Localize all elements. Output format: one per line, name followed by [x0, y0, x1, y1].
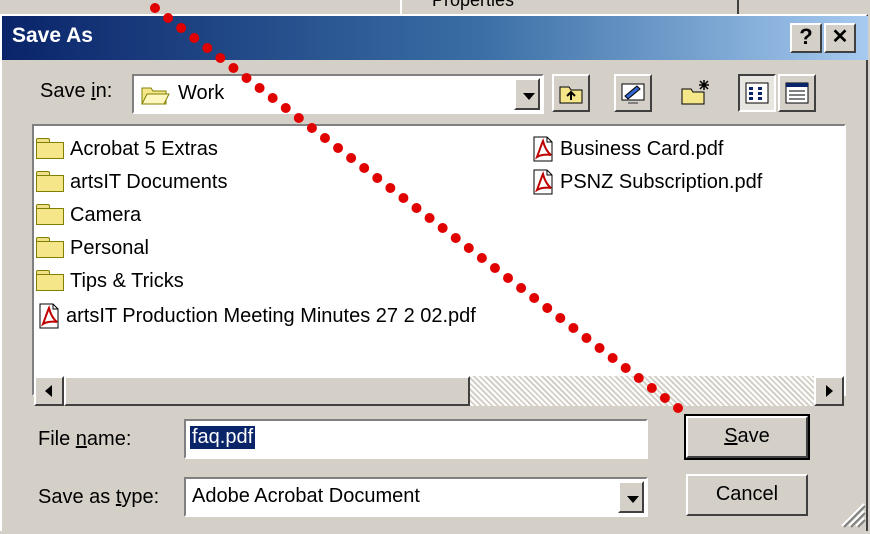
- new-folder-button[interactable]: [676, 74, 714, 112]
- folder-item[interactable]: Acrobat 5 Extras: [36, 134, 218, 164]
- details-view-button[interactable]: [778, 74, 816, 112]
- save-as-type-label: Save as type:: [38, 486, 160, 508]
- file-name-label: File name:: [38, 428, 132, 450]
- resize-grip[interactable]: [838, 500, 866, 528]
- file-name-value: faq.pdf: [190, 426, 256, 449]
- save-in-label: Save in:: [40, 80, 113, 102]
- scroll-left-button[interactable]: [34, 376, 64, 406]
- close-icon: ✕: [831, 26, 849, 48]
- pdf-file-item[interactable]: PSNZ Subscription.pdf: [530, 167, 762, 197]
- help-icon: ?: [799, 24, 813, 49]
- save-in-value: Work: [178, 82, 225, 104]
- file-name-input[interactable]: faq.pdf: [184, 419, 648, 459]
- background-menu: Properties: [400, 0, 739, 14]
- list-view-icon: [745, 82, 769, 104]
- pdf-file-item[interactable]: artsIT Production Meeting Minutes 27 2 0…: [36, 301, 476, 331]
- arrow-right-icon: [826, 385, 833, 397]
- folder-item[interactable]: Tips & Tricks: [36, 266, 184, 296]
- up-one-level-button[interactable]: [552, 74, 590, 112]
- save-as-type-value: Adobe Acrobat Document: [192, 485, 420, 507]
- folder-item[interactable]: artsIT Documents: [36, 167, 227, 197]
- pdf-icon: [530, 168, 556, 196]
- cancel-button[interactable]: Cancel: [686, 474, 808, 516]
- save-in-dropdown[interactable]: Work: [132, 74, 544, 114]
- help-button[interactable]: ?: [790, 23, 822, 53]
- file-list[interactable]: Acrobat 5 Extras artsIT Documents Camera…: [32, 124, 846, 396]
- desktop-icon: [621, 83, 645, 104]
- close-button[interactable]: ✕: [824, 23, 856, 53]
- folder-icon: [36, 204, 66, 226]
- folder-open-icon: [140, 82, 170, 106]
- save-as-dialog: Save As ? ✕ Save in: Work Acrobat 5 Extr…: [0, 14, 868, 531]
- desktop-button[interactable]: [614, 74, 652, 112]
- horizontal-scrollbar[interactable]: [34, 376, 844, 406]
- save-as-type-dropdown[interactable]: Adobe Acrobat Document: [184, 477, 648, 517]
- chevron-down-icon: [523, 93, 535, 100]
- folder-icon: [36, 237, 66, 259]
- folder-icon: [36, 138, 66, 160]
- pdf-icon: [530, 135, 556, 163]
- new-folder-icon: [681, 80, 709, 105]
- annotation-dot: [150, 3, 160, 13]
- save-in-dropdown-button[interactable]: [514, 78, 540, 110]
- title-bar[interactable]: Save As ? ✕: [2, 16, 868, 60]
- list-view-button[interactable]: [738, 74, 776, 112]
- pdf-file-item[interactable]: Business Card.pdf: [530, 134, 723, 164]
- chevron-down-icon: [627, 496, 639, 503]
- scroll-right-button[interactable]: [814, 376, 844, 406]
- up-folder-icon: [559, 86, 583, 104]
- folder-item[interactable]: Camera: [36, 200, 141, 230]
- pdf-icon: [36, 302, 62, 330]
- details-view-icon: [785, 82, 809, 104]
- dialog-title: Save As: [12, 24, 93, 47]
- save-as-type-dropdown-button[interactable]: [618, 481, 644, 513]
- resize-grip-icon: [841, 503, 866, 528]
- background-menu-item: Properties: [432, 0, 515, 10]
- scrollbar-thumb[interactable]: [64, 376, 470, 406]
- folder-icon: [36, 171, 66, 193]
- arrow-left-icon: [45, 385, 52, 397]
- folder-icon: [36, 270, 66, 292]
- save-button[interactable]: Save: [684, 414, 810, 460]
- folder-item[interactable]: Personal: [36, 233, 149, 263]
